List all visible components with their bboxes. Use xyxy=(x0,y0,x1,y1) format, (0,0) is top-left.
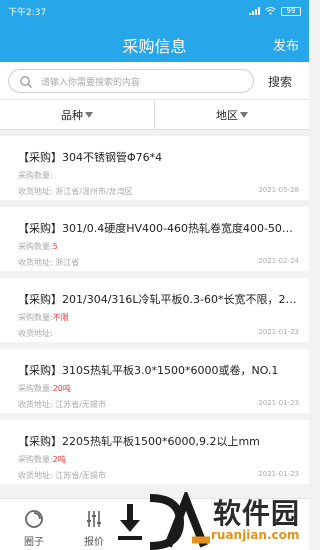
filter-region-label: 地区 xyxy=(216,108,238,122)
wifi-icon xyxy=(265,7,276,15)
publish-button[interactable]: 发布 xyxy=(273,35,299,54)
signal-icon xyxy=(249,7,260,15)
item-address: 收货地址: xyxy=(18,329,53,338)
search-icon xyxy=(20,76,32,88)
filter-variety-label: 品种 xyxy=(61,108,83,122)
caret-down-icon xyxy=(85,111,93,118)
filter-variety[interactable]: 品种 xyxy=(0,100,154,129)
item-title: 【采购】201/304/316L冷轧平板0.3-60*长宽不限，2B面 xyxy=(18,293,297,306)
item-address: 收货地址: 江苏省/无锡市 xyxy=(18,471,106,480)
search-button[interactable]: 搜索 xyxy=(268,73,292,90)
page-title: 采购信息 xyxy=(122,37,187,56)
item-quantity: 采购数量:20吨 xyxy=(18,384,71,393)
item-date: 2021-02-24 xyxy=(258,257,299,265)
item-date: 2021-01-23 xyxy=(258,399,299,407)
item-quantity: 采购数量:不限 xyxy=(18,313,69,322)
item-quantity: 采购数量: xyxy=(18,171,53,180)
search-placeholder: 请输入你需要搜索的内容 xyxy=(41,78,141,88)
search-row: 请输入你需要搜索的内容 搜索 xyxy=(0,62,309,100)
status-time: 下午2:37 xyxy=(8,7,47,18)
list-item[interactable]: 【采购】310S热轧平板3.0*1500*6000或卷，NO.1 采购数量:20… xyxy=(0,349,309,413)
item-address: 收货地址: 江苏省/无锡市 xyxy=(18,400,106,409)
item-address: 收货地址: 浙江省/温州市/龙湾区 xyxy=(18,187,133,196)
list-item[interactable]: 【采购】304不锈钢管Φ76*4 采购数量: 收货地址: 浙江省/温州市/龙湾区… xyxy=(0,136,309,200)
filter-region[interactable]: 地区 xyxy=(154,100,309,129)
circle-icon xyxy=(25,510,43,528)
item-title: 【采购】2205热轧平板1500*6000,9.2以上mm xyxy=(18,435,260,448)
search-input[interactable]: 请输入你需要搜索的内容 xyxy=(8,69,254,93)
tab-circle[interactable]: 圈子 xyxy=(4,499,64,550)
item-quantity: 采购数量:5 xyxy=(18,242,58,251)
watermark-url: ruanjian.com xyxy=(211,528,300,542)
caret-down-icon xyxy=(240,111,248,118)
status-bar: 下午2:37 99 xyxy=(0,0,309,22)
item-date: 2021-01-23 xyxy=(258,328,299,336)
item-date: 2021-05-28 xyxy=(258,186,299,194)
watermark-text: 软件园 xyxy=(213,497,301,530)
filter-row: 品种 地区 xyxy=(0,100,309,130)
tab-circle-label: 圈子 xyxy=(24,537,44,548)
item-title: 【采购】310S热轧平板3.0*1500*6000或卷，NO.1 xyxy=(18,364,279,377)
download-logo-icon xyxy=(118,492,210,550)
list-item[interactable]: 【采购】301/0.4硬度HV400-460热轧卷宽度400-500mm 采购数… xyxy=(0,207,309,271)
item-title: 【采购】301/0.4硬度HV400-460热轧卷宽度400-500mm xyxy=(18,222,297,235)
list-item[interactable]: 【采购】201/304/316L冷轧平板0.3-60*长宽不限，2B面 采购数量… xyxy=(0,278,309,342)
list-item[interactable]: 【采购】2205热轧平板1500*6000,9.2以上mm 采购数量:2吨 收货… xyxy=(0,420,309,484)
status-icons: 99 xyxy=(249,6,301,16)
item-address: 收货地址: 浙江省 xyxy=(18,258,80,267)
sliders-icon xyxy=(87,511,101,527)
battery-icon: 99 xyxy=(281,6,301,16)
nav-bar: 采购信息 发布 xyxy=(0,22,309,62)
watermark-logo: 软件园 ruanjian.com xyxy=(108,488,309,550)
item-quantity: 采购数量:2吨 xyxy=(18,455,66,464)
item-date: 2021-01-23 xyxy=(258,470,299,478)
item-title: 【采购】304不锈钢管Φ76*4 xyxy=(18,151,163,164)
